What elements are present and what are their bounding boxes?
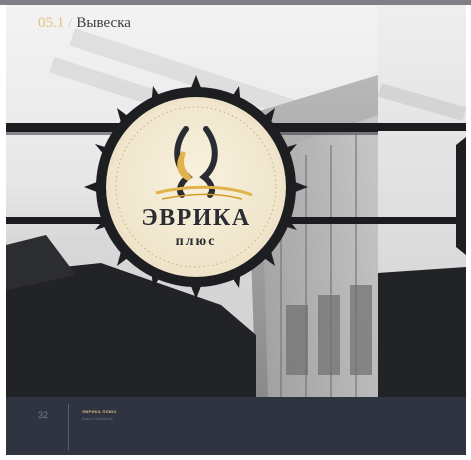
footer-divider <box>68 404 69 450</box>
section-heading: 05.1/Вывеска <box>38 15 131 32</box>
logo-sub-text: плюс <box>176 234 217 249</box>
section-number: 05.1 <box>38 15 65 31</box>
footer-brand-name: ЭВРИКА ПЛЮС <box>82 409 117 414</box>
sign-photo: ЭВРИКА плюс <box>6 5 378 397</box>
page-footer <box>6 397 466 455</box>
next-page-photo <box>378 83 466 397</box>
footer-brand-subtitle: Brand Guidelines <box>82 416 113 421</box>
section-separator: / <box>68 15 73 31</box>
logo-main-text: ЭВРИКА <box>141 205 250 231</box>
next-page-preview <box>378 5 466 397</box>
signage-photo-illustration: ЭВРИКА плюс <box>6 28 378 397</box>
section-title: Вывеска <box>76 15 131 31</box>
page-number: 32 <box>38 410 49 420</box>
